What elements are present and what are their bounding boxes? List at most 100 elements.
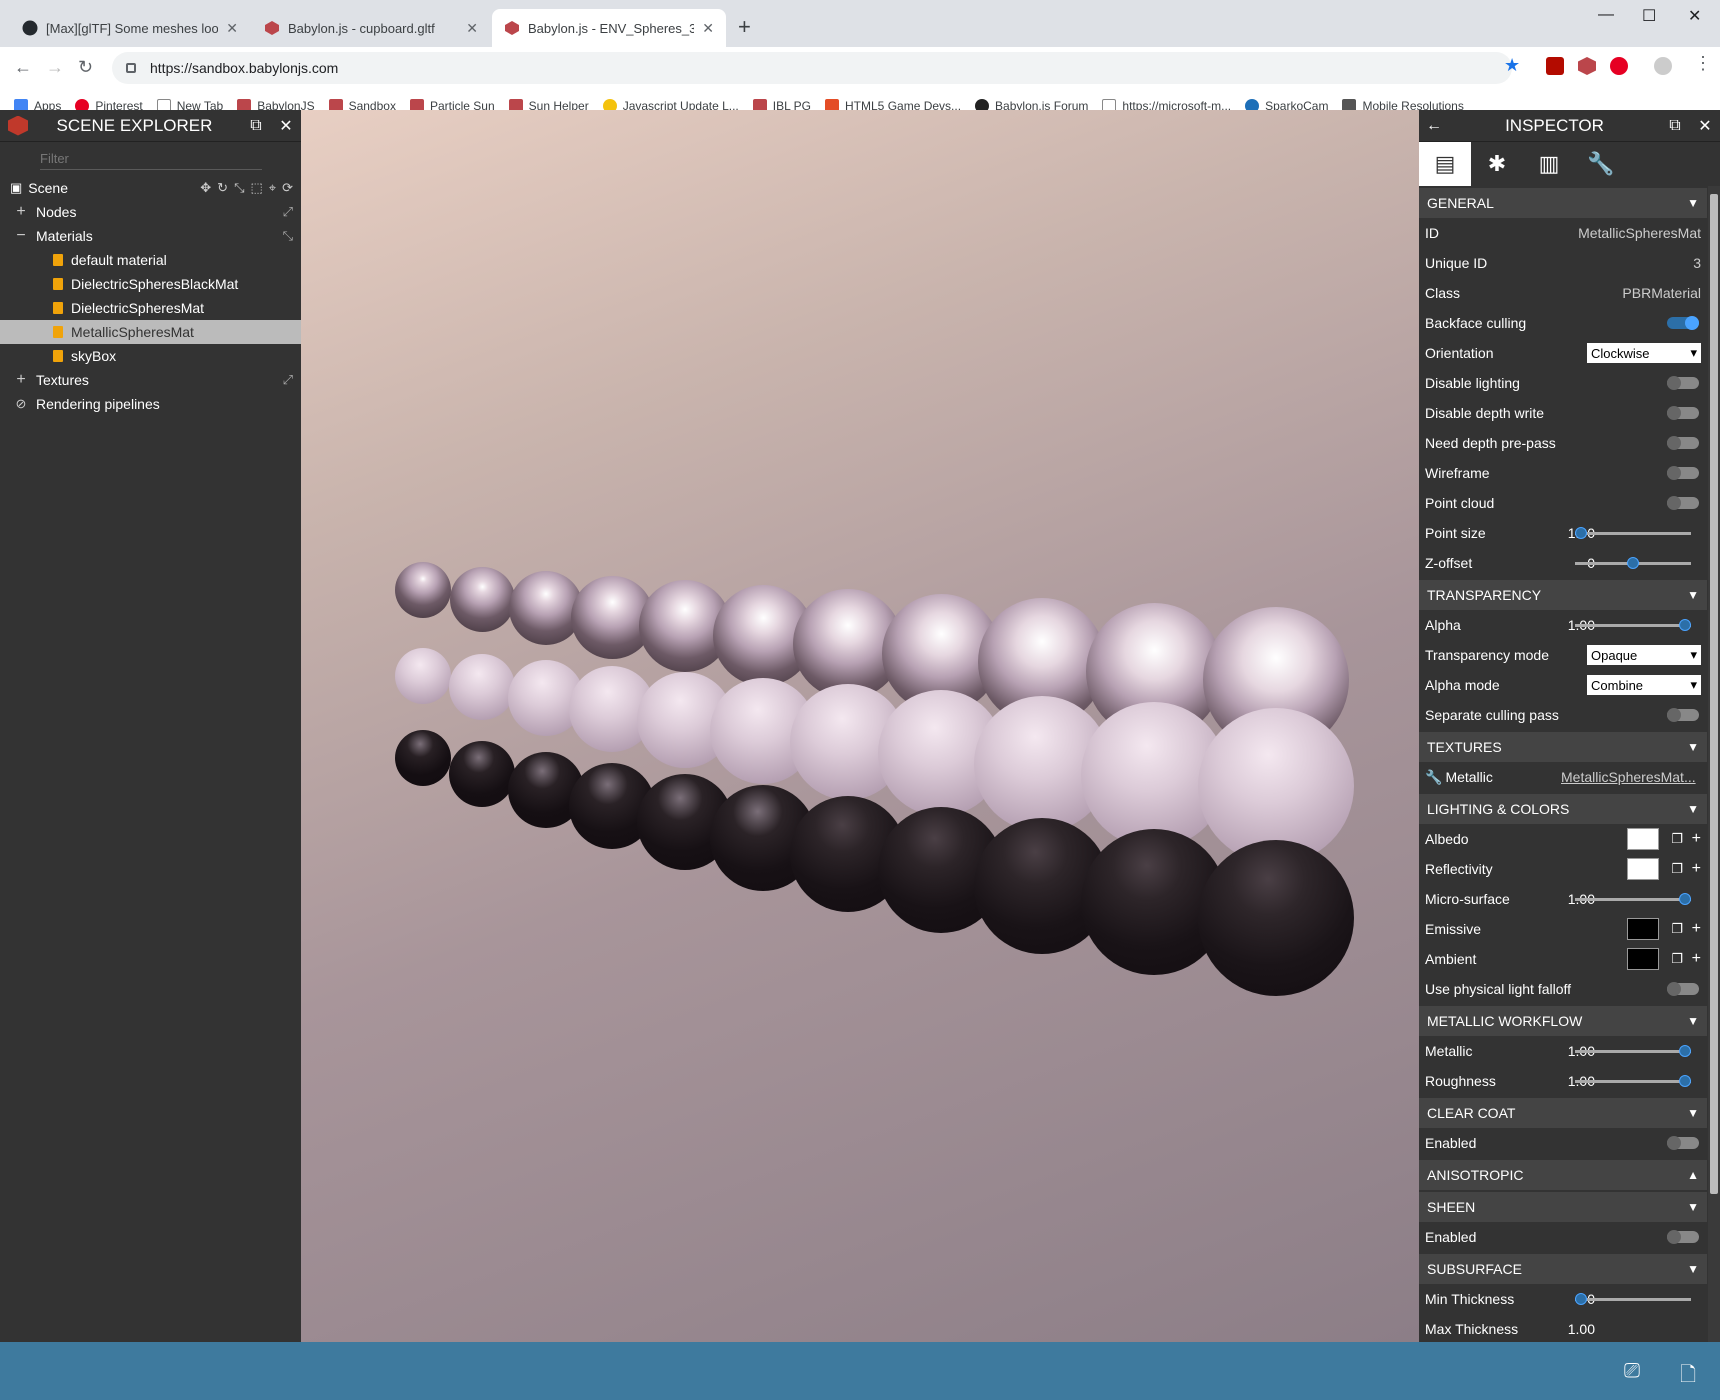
slider-knob[interactable] [1627,556,1639,569]
menu-icon[interactable]: ⋮ [1694,53,1712,74]
slider-knob[interactable] [1575,1292,1587,1305]
window-close-icon[interactable]: ✕ [1688,6,1701,26]
section-textures[interactable]: TEXTURES ▼ [1419,732,1707,762]
emissive-color-swatch[interactable] [1627,918,1659,940]
back-icon[interactable]: ← [14,57,32,78]
slider-knob[interactable] [1679,618,1691,631]
alpha-slider[interactable] [1575,618,1691,631]
close-icon[interactable]: ✕ [226,20,238,37]
statistics-tab-icon[interactable]: ▥ [1523,142,1575,186]
point-size-slider[interactable] [1575,526,1691,539]
new-tab-button[interactable]: + [738,14,751,40]
back-arrow-icon[interactable]: ← [1419,117,1449,135]
profile-avatar[interactable] [1654,57,1672,75]
maximize-icon[interactable]: ☐ [1642,6,1656,26]
close-icon[interactable]: ✕ [1690,116,1720,136]
metallic-slider[interactable] [1575,1044,1691,1057]
pdf-extension-icon[interactable] [1546,57,1564,75]
slider-knob[interactable] [1679,892,1691,905]
browser-tab-active[interactable]: Babylon.js - ENV_Spheres_3Line.g ✕ [492,9,726,47]
tree-item-materials[interactable]: − Materials ⤡ [0,224,301,248]
tree-item-textures[interactable]: + Textures ⤢ [0,368,301,392]
tree-item-material[interactable]: skyBox [0,344,301,368]
tree-item-scene[interactable]: ▣ Scene ✥ ↻ ⤡ ⬚ ⌖ ⟳ [0,176,301,200]
copy-icon[interactable]: ❐ [1671,861,1683,877]
inspector-toggle-icon[interactable]: ⎚ [1624,1360,1640,1383]
section-lighting-colors[interactable]: LIGHTING & COLORS ▼ [1419,794,1707,824]
min-thickness-slider[interactable] [1575,1292,1691,1305]
tree-item-material-selected[interactable]: MetallicSpheresMat [0,320,301,344]
expand-icon[interactable]: + [14,371,28,389]
z-offset-slider[interactable] [1575,556,1691,569]
roughness-slider[interactable] [1575,1074,1691,1087]
backface-culling-toggle[interactable] [1667,316,1699,330]
browser-tab[interactable]: [Max][glTF] Some meshes look bl ✕ [10,9,250,47]
scrollbar-thumb[interactable] [1710,194,1718,1194]
rotate-gizmo-icon[interactable]: ↻ [217,180,228,196]
properties-tab-icon[interactable]: ▤ [1419,142,1471,186]
bookmark-star-icon[interactable]: ★ [1504,55,1520,76]
section-general[interactable]: GENERAL ▼ [1419,188,1707,218]
forward-icon[interactable]: → [46,57,64,78]
tree-item-rendering-pipelines[interactable]: ⊘ Rendering pipelines [0,392,301,416]
plus-icon[interactable]: + [1692,860,1701,878]
pinterest-extension-icon[interactable] [1610,57,1628,75]
pick-icon[interactable]: ⌖ [269,180,276,196]
albedo-color-swatch[interactable] [1627,828,1659,850]
debug-tab-icon[interactable]: ✱ [1471,142,1523,186]
render-canvas[interactable] [301,110,1419,1342]
refresh-icon[interactable]: ⟳ [282,180,293,196]
micro-surface-slider[interactable] [1575,892,1691,905]
need-depth-prepass-toggle[interactable] [1667,436,1699,450]
open-file-icon[interactable]: 🗋 [1680,1360,1696,1394]
translate-gizmo-icon[interactable]: ✥ [200,180,211,196]
scale-gizmo-icon[interactable]: ⤡ [234,180,244,196]
tree-item-material[interactable]: DielectricSpheresBlackMat [0,272,301,296]
expand-icon[interactable]: + [14,203,28,221]
expand-all-icon[interactable]: ⤢ [283,372,293,388]
clear-coat-toggle[interactable] [1667,1136,1699,1150]
plus-icon[interactable]: + [1692,920,1701,938]
sheen-toggle[interactable] [1667,1230,1699,1244]
close-icon[interactable]: ✕ [466,20,478,37]
section-transparency[interactable]: TRANSPARENCY ▼ [1419,580,1707,610]
collapse-all-icon[interactable]: ⤡ [283,228,293,244]
section-sheen[interactable]: SHEEN ▼ [1419,1192,1707,1222]
close-icon[interactable]: ✕ [271,116,301,136]
disable-depth-write-toggle[interactable] [1667,406,1699,420]
copy-icon[interactable]: ❐ [1671,831,1683,847]
collapse-icon[interactable]: − [14,227,28,245]
browser-tab[interactable]: Babylon.js - cupboard.gltf ✕ [252,9,490,47]
wireframe-toggle[interactable] [1667,466,1699,480]
section-anisotropic[interactable]: ANISOTROPIC ▲ [1419,1160,1707,1190]
tree-item-material[interactable]: DielectricSpheresMat [0,296,301,320]
copy-icon[interactable]: ❐ [1671,921,1683,937]
minimize-icon[interactable]: — [1598,6,1614,24]
reflectivity-color-swatch[interactable] [1627,858,1659,880]
orientation-select[interactable]: Clockwise [1587,343,1701,363]
slider-knob[interactable] [1679,1044,1691,1057]
ambient-color-swatch[interactable] [1627,948,1659,970]
wrench-icon[interactable]: 🔧 [1425,769,1442,786]
popout-icon[interactable]: ⧉ [1660,117,1690,135]
section-subsurface[interactable]: SUBSURFACE ▼ [1419,1254,1707,1284]
tree-item-material[interactable]: default material [0,248,301,272]
section-metallic-workflow[interactable]: METALLIC WORKFLOW ▼ [1419,1006,1707,1036]
popout-icon[interactable]: ⧉ [241,117,271,135]
point-cloud-toggle[interactable] [1667,496,1699,510]
tree-item-nodes[interactable]: + Nodes ⤢ [0,200,301,224]
slider-knob[interactable] [1575,526,1587,539]
inspector-scrollbar[interactable] [1708,186,1720,1342]
filter-input[interactable]: Filter [40,148,262,170]
bounding-box-icon[interactable]: ⬚ [250,180,262,196]
url-field[interactable]: https://sandbox.babylonjs.com [112,52,1512,84]
babylon-extension-icon[interactable] [1578,57,1596,75]
plus-icon[interactable]: + [1692,950,1701,968]
transparency-mode-select[interactable]: Opaque [1587,645,1701,665]
plus-icon[interactable]: + [1692,830,1701,848]
alpha-mode-select[interactable]: Combine [1587,675,1701,695]
physical-falloff-toggle[interactable] [1667,982,1699,996]
slider-knob[interactable] [1679,1074,1691,1087]
expand-all-icon[interactable]: ⤢ [283,204,293,220]
separate-culling-toggle[interactable] [1667,708,1699,722]
